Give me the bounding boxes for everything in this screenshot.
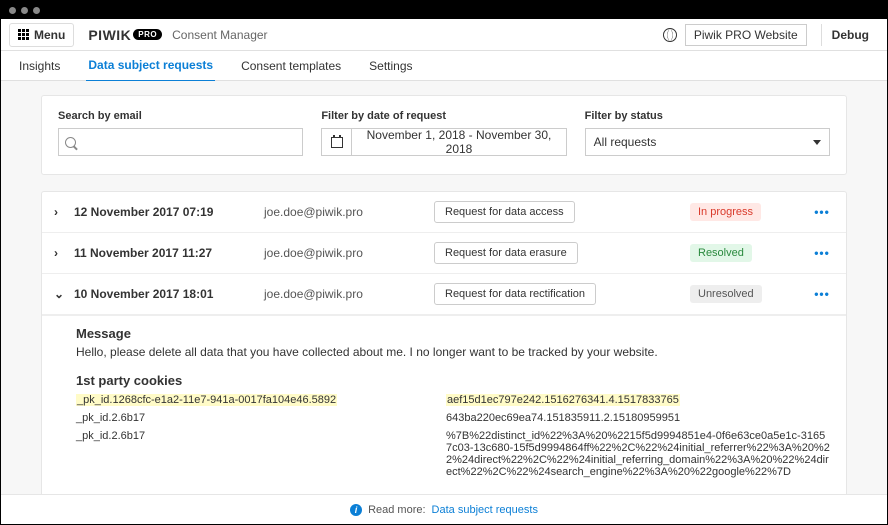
info-icon: i (350, 504, 362, 516)
tab-insights[interactable]: Insights (17, 51, 62, 81)
debug-button[interactable]: Debug (821, 24, 879, 46)
cell-type: Request for data erasure (434, 242, 680, 264)
row-detail: Message Hello, please delete all data th… (42, 315, 846, 494)
menu-label: Menu (34, 28, 65, 42)
table-row: › 12 November 2017 07:19 joe.doe@piwik.p… (42, 192, 846, 233)
status-value: All requests (594, 135, 657, 149)
row-actions[interactable]: ••• (810, 246, 834, 260)
tab-settings[interactable]: Settings (367, 51, 414, 81)
read-more-label: Read more: (368, 504, 425, 516)
request-type-badge: Request for data erasure (434, 242, 578, 264)
cookie-value: %7B%22distinct_id%22%3A%20%2215f5d999485… (446, 430, 830, 478)
cell-date: 10 November 2017 18:01 (74, 287, 254, 301)
cookie-name: _pk_id.1268cfc-e1a2-11e7-941a-0017fa104e… (76, 394, 406, 406)
filters-card: Search by email Filter by date of reques… (41, 95, 847, 175)
request-type-badge: Request for data rectification (434, 283, 596, 305)
menu-icon (18, 29, 29, 40)
search-input[interactable] (82, 135, 296, 149)
cookie-row: _pk_id.2.6b17 %7B%22distinct_id%22%3A%20… (76, 430, 830, 478)
cell-status: Unresolved (690, 285, 800, 303)
table-row: › 11 November 2017 11:27 joe.doe@piwik.p… (42, 233, 846, 274)
cookie-value: aef15d1ec797e242.1516276341.4.1517833765 (446, 394, 830, 406)
menu-button[interactable]: Menu (9, 23, 74, 47)
status-badge: Unresolved (690, 285, 762, 303)
search-input-wrap[interactable] (58, 128, 303, 156)
table-row: ⌄ 10 November 2017 18:01 joe.doe@piwik.p… (42, 274, 846, 315)
calendar-button[interactable] (322, 129, 352, 155)
mac-max-dot[interactable] (33, 7, 40, 14)
collapse-toggle[interactable]: ⌄ (54, 287, 64, 301)
cookie-name: _pk_id.2.6b17 (76, 430, 406, 478)
cell-status: Resolved (690, 244, 800, 262)
message-heading: Message (76, 326, 830, 341)
date-picker[interactable]: November 1, 2018 - November 30, 2018 (321, 128, 566, 156)
content: Search by email Filter by date of reques… (1, 81, 887, 494)
date-label: Filter by date of request (321, 110, 566, 122)
expand-toggle[interactable]: › (54, 205, 64, 219)
status-label: Filter by status (585, 110, 830, 122)
chevron-down-icon (813, 140, 821, 145)
cell-type: Request for data access (434, 201, 680, 223)
search-icon (65, 137, 76, 148)
message-body: Hello, please delete all data that you h… (76, 345, 830, 359)
site-selector[interactable]: Piwik PRO Website (685, 24, 807, 46)
cookie-value: 643ba220ec69ea74.151835911.2.15180959951 (446, 412, 830, 424)
cookie-row: _pk_id.1268cfc-e1a2-11e7-941a-0017fa104e… (76, 394, 830, 406)
cookies-heading: 1st party cookies (76, 373, 830, 388)
cookie-name: _pk_id.2.6b17 (76, 412, 406, 424)
brand-logo: PIWIK PRO (88, 27, 162, 43)
cell-email: joe.doe@piwik.pro (264, 246, 424, 260)
requests-table: › 12 November 2017 07:19 joe.doe@piwik.p… (41, 191, 847, 494)
calendar-icon (331, 137, 343, 148)
row-actions[interactable]: ••• (810, 287, 834, 301)
tabs: Insights Data subject requests Consent t… (1, 51, 887, 81)
top-bar: Menu PIWIK PRO Consent Manager Piwik PRO… (1, 19, 887, 51)
footer: i Read more: Data subject requests (1, 494, 887, 524)
cell-type: Request for data rectification (434, 283, 680, 305)
cell-email: joe.doe@piwik.pro (264, 205, 424, 219)
read-more-link[interactable]: Data subject requests (432, 504, 538, 516)
date-range-text: November 1, 2018 - November 30, 2018 (352, 128, 565, 156)
window-titlebar (1, 1, 887, 19)
tab-data-subject-requests[interactable]: Data subject requests (86, 50, 215, 82)
cookie-row: _pk_id.2.6b17 643ba220ec69ea74.151835911… (76, 412, 830, 424)
status-select[interactable]: All requests (585, 128, 830, 156)
module-name: Consent Manager (172, 28, 267, 42)
row-actions[interactable]: ••• (810, 205, 834, 219)
expand-toggle[interactable]: › (54, 246, 64, 260)
request-type-badge: Request for data access (434, 201, 575, 223)
status-badge: In progress (690, 203, 761, 221)
mac-min-dot[interactable] (21, 7, 28, 14)
cell-email: joe.doe@piwik.pro (264, 287, 424, 301)
cell-date: 11 November 2017 11:27 (74, 246, 254, 260)
globe-icon[interactable] (663, 28, 677, 42)
cell-date: 12 November 2017 07:19 (74, 205, 254, 219)
status-badge: Resolved (690, 244, 752, 262)
mac-close-dot[interactable] (9, 7, 16, 14)
cell-status: In progress (690, 203, 800, 221)
tab-consent-templates[interactable]: Consent templates (239, 51, 343, 81)
search-label: Search by email (58, 110, 303, 122)
